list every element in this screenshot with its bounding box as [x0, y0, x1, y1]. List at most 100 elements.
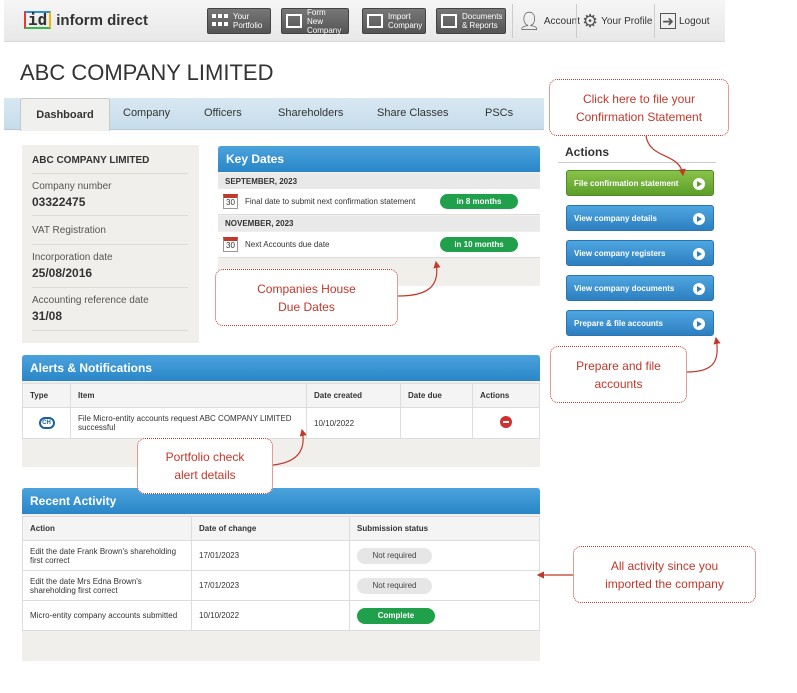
- form-new-company-button[interactable]: Form New Company: [281, 8, 349, 35]
- alerts-title: Alerts & Notifications: [22, 355, 540, 381]
- documents-reports-label: Documents & Reports: [462, 12, 503, 30]
- column-header: Date of change: [191, 516, 350, 541]
- button-label: File confirmation statement: [574, 179, 679, 188]
- your-portfolio-label: Your Portfolio: [233, 12, 263, 30]
- company-number-value: 03322475: [32, 195, 86, 209]
- company-number-row: Company number 03322475: [32, 173, 188, 215]
- status-cell: Complete: [349, 600, 540, 631]
- tab-shareholders[interactable]: Shareholders: [278, 107, 343, 119]
- key-dates-month: SEPTEMBER, 2023: [218, 174, 540, 189]
- table-row[interactable]: Edit the date Frank Brown's shareholding…: [22, 540, 540, 571]
- upload-folder-icon: [367, 14, 383, 28]
- prepare-accounts-callout: Prepare and file accounts: [550, 346, 687, 403]
- accounting-reference-row: Accounting reference date 31/08: [32, 287, 188, 331]
- tab-company[interactable]: Company: [123, 107, 170, 119]
- documents-icon: [441, 14, 457, 28]
- arrow-right-icon: [693, 283, 705, 295]
- status-cell: Not required: [349, 570, 540, 601]
- column-header: Action: [22, 516, 192, 541]
- arrow-right-icon: [693, 248, 705, 260]
- date-cell: 10/10/2022: [191, 600, 350, 631]
- view-company-details-button[interactable]: View company details: [566, 205, 714, 231]
- activity-header-row: Action Date of change Submission status: [22, 516, 540, 541]
- due-dates-callout: Companies House Due Dates: [215, 269, 398, 326]
- arrow-right-icon: [693, 178, 705, 190]
- file-confirmation-statement-button[interactable]: File confirmation statement: [566, 170, 714, 196]
- companies-house-icon: CH: [38, 417, 55, 429]
- view-company-documents-button[interactable]: View company documents: [566, 275, 714, 301]
- activity-callout: All activity since you imported the comp…: [573, 546, 756, 603]
- remove-icon[interactable]: [500, 416, 512, 428]
- your-profile-label: Your Profile: [601, 15, 653, 27]
- table-row[interactable]: Edit the date Mrs Edna Brown's sharehold…: [22, 570, 540, 601]
- status-cell: Not required: [349, 540, 540, 571]
- due-badge: in 8 months: [440, 194, 518, 209]
- date-cell: 17/01/2023: [191, 570, 350, 601]
- table-row[interactable]: CH File Micro-entity accounts request AB…: [22, 407, 540, 439]
- action-cell: Edit the date Mrs Edna Brown's sharehold…: [22, 570, 192, 601]
- your-profile-link[interactable]: ⚙ Your Profile: [582, 10, 652, 32]
- recent-activity-panel: Recent Activity Action Date of change Su…: [22, 488, 540, 661]
- date-cell: 17/01/2023: [191, 540, 350, 571]
- tab-officers[interactable]: Officers: [204, 107, 242, 119]
- actions-title: Actions: [565, 145, 610, 159]
- due-badge: in 10 months: [440, 237, 518, 252]
- key-date-row[interactable]: 30 Final date to submit next confirmatio…: [218, 189, 540, 215]
- logout-label: Logout: [679, 15, 710, 27]
- key-date-text: Final date to submit next confirmation s…: [245, 197, 416, 206]
- key-date-row[interactable]: 30 Next Accounts due date in 10 months: [218, 232, 540, 258]
- tab-share-classes[interactable]: Share Classes: [377, 107, 449, 119]
- page-title: ABC COMPANY LIMITED: [20, 60, 274, 85]
- column-header: Actions: [472, 383, 540, 408]
- alerts-panel: Alerts & Notifications Type Item Date cr…: [22, 355, 540, 467]
- divider: [654, 4, 655, 38]
- key-dates-month: NOVEMBER, 2023: [218, 216, 540, 231]
- tab-pscs[interactable]: PSCs: [485, 107, 513, 119]
- gear-icon: ⚙: [582, 10, 599, 31]
- tab-bar: Dashboard Company Officers Shareholders …: [4, 98, 544, 131]
- documents-reports-button[interactable]: Documents & Reports: [436, 8, 506, 34]
- grid-icon: [212, 14, 228, 28]
- user-icon: 👤︎: [518, 10, 541, 31]
- activity-table: Action Date of change Submission status …: [22, 516, 540, 631]
- logout-link[interactable]: ➜ Logout: [660, 10, 710, 32]
- button-label: Prepare & file accounts: [574, 319, 663, 328]
- top-nav-bar: id inform direct Your Portfolio Form New…: [4, 0, 725, 42]
- incorporation-label: Incorporation date: [32, 252, 113, 263]
- table-row[interactable]: Micro-entity company accounts submitted …: [22, 600, 540, 631]
- account-label: Account: [543, 15, 580, 27]
- company-number-label: Company number: [32, 181, 112, 192]
- key-date-text: Next Accounts due date: [245, 240, 330, 249]
- account-link[interactable]: 👤︎ Account: [518, 10, 580, 32]
- incorporation-row: Incorporation date 25/08/2016: [32, 244, 188, 286]
- key-dates-title: Key Dates: [218, 146, 540, 172]
- import-company-button[interactable]: Import Company: [362, 8, 426, 34]
- vat-label: VAT Registration: [32, 225, 106, 236]
- alerts-header-row: Type Item Date created Date due Actions: [22, 383, 540, 408]
- prepare-file-accounts-button[interactable]: Prepare & file accounts: [566, 310, 714, 336]
- status-badge: Complete: [357, 607, 435, 624]
- accounting-reference-value: 31/08: [32, 309, 63, 323]
- view-company-registers-button[interactable]: View company registers: [566, 240, 714, 266]
- type-cell: CH: [22, 407, 71, 439]
- folder-plus-icon: [286, 14, 302, 28]
- key-dates-panel: Key Dates SEPTEMBER, 2023 30 Final date …: [218, 146, 540, 286]
- alerts-table: Type Item Date created Date due Actions …: [22, 383, 540, 439]
- import-company-label: Import Company: [388, 12, 423, 30]
- divider: [558, 162, 716, 163]
- column-header: Item: [70, 383, 307, 408]
- column-header: Type: [22, 383, 71, 408]
- column-header: Date due: [400, 383, 473, 408]
- your-portfolio-button[interactable]: Your Portfolio: [207, 8, 271, 34]
- button-label: View company details: [574, 214, 657, 223]
- page: { "brand": {"logo_mark": "id", "logo_tex…: [0, 0, 797, 693]
- inform-direct-logo[interactable]: id inform direct: [24, 11, 148, 29]
- vat-row: VAT Registration: [32, 215, 188, 247]
- recent-activity-title: Recent Activity: [22, 488, 540, 514]
- divider: [512, 4, 513, 38]
- logo-mark: id: [24, 11, 52, 29]
- action-cell: Edit the date Frank Brown's shareholding…: [22, 540, 192, 571]
- status-badge: Not required: [357, 577, 432, 594]
- tab-dashboard[interactable]: Dashboard: [20, 98, 110, 131]
- logout-icon: ➜: [660, 13, 676, 29]
